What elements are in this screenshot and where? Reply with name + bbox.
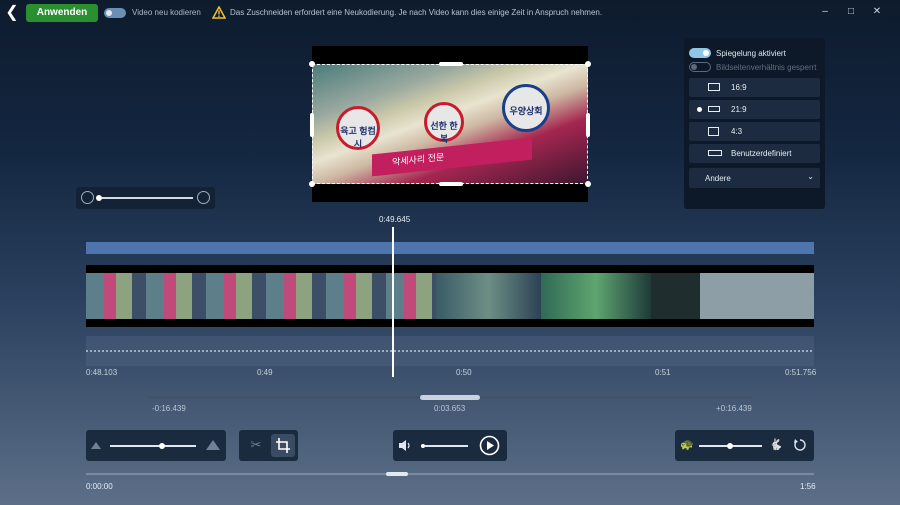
- filmstrip[interactable]: [86, 265, 814, 327]
- playback-control: [393, 430, 507, 461]
- reencode-warning-text: Das Zuschneiden erfordert eine Neukodier…: [230, 8, 603, 17]
- aspect-custom-icon: [708, 150, 722, 156]
- filmstrip-seoul-frames: [651, 273, 814, 319]
- crop-handle-top-right[interactable]: [585, 61, 591, 67]
- other-aspect-select[interactable]: Andere ⌄: [689, 168, 820, 188]
- rabbit-icon: 🐇: [769, 439, 783, 451]
- zoom-control: [76, 187, 215, 209]
- end-time-label: 1:56: [800, 482, 816, 491]
- start-time-label: 0:00:00: [86, 482, 113, 491]
- time-tick: 0:51: [655, 368, 671, 377]
- crop-handle-top-left[interactable]: [309, 61, 315, 67]
- time-tick: 0:49: [257, 368, 273, 377]
- crop-options-panel: Spiegelung aktiviert Bildseitenverhältni…: [684, 38, 825, 209]
- crop-frame[interactable]: [309, 61, 591, 187]
- tool-selector: ✂: [239, 430, 298, 461]
- play-button[interactable]: [479, 435, 500, 456]
- zoom-slider-thumb[interactable]: [96, 195, 102, 201]
- crop-handle-bottom-left[interactable]: [309, 181, 315, 187]
- mirror-toggle[interactable]: [689, 48, 711, 58]
- aspect-option-label: 16:9: [731, 83, 747, 92]
- back-arrow-icon[interactable]: ❮: [4, 4, 20, 22]
- offset-center-label: 0:03.653: [434, 404, 466, 413]
- warning-icon: [212, 6, 226, 19]
- crop-icon: [276, 438, 290, 453]
- aspect-4-3-icon: [708, 127, 719, 136]
- aspect-option-21-9[interactable]: 21:9: [689, 100, 820, 119]
- audio-waveform: [86, 336, 814, 366]
- offset-thumb[interactable]: [420, 395, 480, 400]
- large-mountain-icon: [206, 440, 220, 450]
- zoom-slider[interactable]: [98, 197, 193, 199]
- crop-handle-bottom-right[interactable]: [585, 181, 591, 187]
- crop-handle-right[interactable]: [586, 113, 590, 137]
- overall-timeline-track[interactable]: [86, 473, 814, 475]
- aspect-21-9-icon: [708, 106, 720, 112]
- aspect-lock-label: Bildseitenverhältnis gesperrt: [716, 63, 817, 72]
- offset-left-label: -0:16.439: [152, 404, 186, 413]
- mirror-label: Spiegelung aktiviert: [716, 49, 786, 58]
- time-tick: 0:50: [456, 368, 472, 377]
- playhead[interactable]: [392, 227, 394, 377]
- quality-slider-thumb[interactable]: [159, 443, 165, 449]
- zoom-in-icon[interactable]: [197, 191, 210, 204]
- time-tick: 0:48.103: [86, 368, 118, 377]
- quality-slider[interactable]: [110, 445, 196, 447]
- scissors-icon[interactable]: ✂: [248, 437, 264, 453]
- apply-button[interactable]: Anwenden: [26, 4, 98, 22]
- time-tick: 0:51.756: [785, 368, 817, 377]
- crop-handle-left[interactable]: [310, 113, 314, 137]
- clip-range-bar[interactable]: [86, 242, 814, 254]
- other-select-label: Andere: [705, 174, 731, 183]
- quality-control: [86, 430, 226, 461]
- maximize-button[interactable]: □: [844, 5, 858, 19]
- video-preview: 육고 헝컴시 선한 한복 우양상회 악세사리 전문: [309, 46, 591, 202]
- aspect-option-label: 4:3: [731, 127, 743, 136]
- reset-speed-icon[interactable]: [793, 438, 807, 452]
- close-button[interactable]: ✕: [870, 5, 884, 19]
- speed-control: 🐢 🐇: [675, 430, 814, 461]
- volume-icon[interactable]: [398, 439, 412, 452]
- reencode-toggle[interactable]: [104, 8, 126, 18]
- zoom-out-icon[interactable]: [81, 191, 94, 204]
- aspect-option-custom[interactable]: Benutzerdefiniert: [689, 144, 820, 163]
- aspect-option-16-9[interactable]: 16:9: [689, 78, 820, 97]
- overall-timeline-thumb[interactable]: [386, 472, 408, 476]
- offset-right-label: +0:16.439: [716, 404, 752, 413]
- selected-dot: [697, 107, 702, 112]
- small-mountain-icon: [91, 442, 101, 449]
- volume-slider-thumb[interactable]: [421, 444, 425, 448]
- turtle-icon: 🐢: [680, 439, 694, 451]
- crop-handle-top[interactable]: [439, 62, 463, 66]
- filmstrip-street-frames: [436, 273, 541, 319]
- chevron-down-icon: ⌄: [807, 172, 814, 181]
- aspect-lock-toggle[interactable]: [689, 62, 711, 72]
- reencode-label: Video neu kodieren: [132, 8, 201, 17]
- aspect-option-label: 21:9: [731, 105, 747, 114]
- current-time-label: 0:49.645: [379, 215, 411, 224]
- crop-tool-button[interactable]: [271, 434, 295, 457]
- filmstrip-green-frames: [541, 273, 651, 319]
- aspect-option-label: Benutzerdefiniert: [731, 149, 792, 158]
- crop-handle-bottom[interactable]: [439, 182, 463, 186]
- speed-slider-thumb[interactable]: [727, 443, 733, 449]
- aspect-option-4-3[interactable]: 4:3: [689, 122, 820, 141]
- minimize-button[interactable]: –: [818, 5, 832, 19]
- aspect-16-9-icon: [708, 83, 720, 91]
- volume-slider[interactable]: [421, 445, 468, 447]
- filmstrip-crowd-frames: [86, 273, 436, 319]
